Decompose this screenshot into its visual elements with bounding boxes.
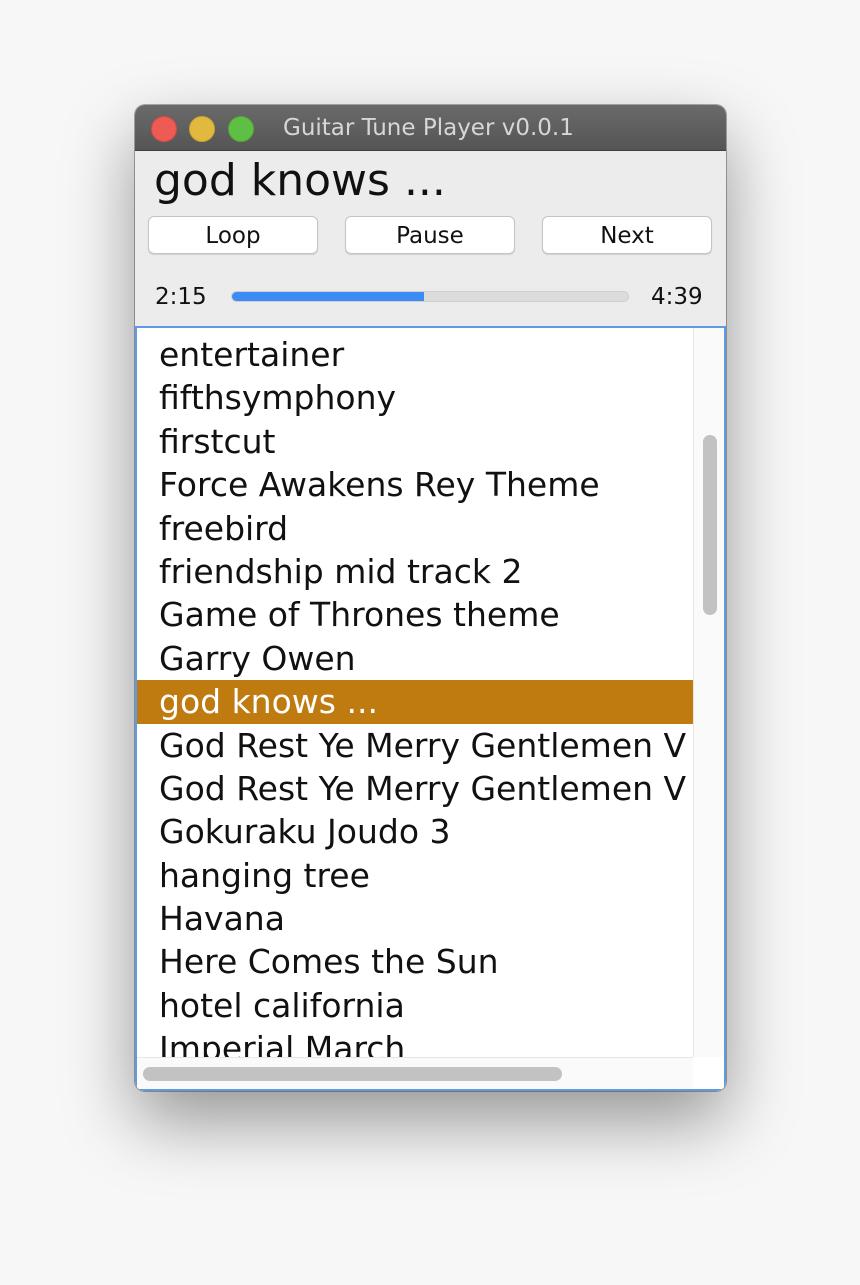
playlist-item[interactable]: Gokuraku Joudo 3: [137, 810, 693, 853]
close-window-button[interactable]: [151, 116, 177, 142]
playlist-item[interactable]: God Rest Ye Merry Gentlemen V: [137, 724, 693, 767]
loop-button[interactable]: Loop: [148, 216, 318, 254]
horizontal-scrollbar[interactable]: [137, 1057, 693, 1089]
zoom-window-button[interactable]: [228, 116, 254, 142]
next-button[interactable]: Next: [542, 216, 712, 254]
vertical-scrollbar[interactable]: [693, 328, 724, 1057]
playlist-item[interactable]: Garry Owen: [137, 637, 693, 680]
playlist-item[interactable]: Force Awakens Rey Theme: [137, 463, 693, 506]
playlist-panel: entertainer fifthsymphony firstcut Force Aw…: [135, 326, 726, 1091]
progress-bar[interactable]: [231, 291, 629, 302]
playlist-item[interactable]: Havana: [137, 897, 693, 940]
scroll-corner: [693, 1057, 724, 1089]
now-playing-title: god knows ...: [154, 155, 446, 206]
total-time: 4:39: [651, 284, 703, 310]
playlist-item[interactable]: firstcut: [137, 420, 693, 463]
minimize-window-button[interactable]: [189, 116, 215, 142]
progress-fill: [232, 292, 424, 301]
window-title: Guitar Tune Player v0.0.1: [283, 115, 574, 141]
playlist-item[interactable]: hanging tree: [137, 854, 693, 897]
playlist-item-selected[interactable]: god knows ...: [137, 680, 693, 724]
title-bar[interactable]: Guitar Tune Player v0.0.1: [135, 105, 726, 151]
elapsed-time: 2:15: [155, 284, 207, 310]
playlist: entertainer fifthsymphony firstcut Force Aw…: [137, 333, 693, 1071]
playlist-item[interactable]: fifthsymphony: [137, 376, 693, 419]
playlist-item[interactable]: Game of Thrones theme: [137, 593, 693, 636]
playlist-item[interactable]: God Rest Ye Merry Gentlemen V: [137, 767, 693, 810]
pause-button[interactable]: Pause: [345, 216, 515, 254]
app-window: Guitar Tune Player v0.0.1 god knows ... …: [135, 105, 726, 1091]
vertical-scroll-thumb[interactable]: [703, 435, 717, 616]
playlist-item[interactable]: Here Comes the Sun: [137, 940, 693, 983]
playlist-item[interactable]: friendship mid track 2: [137, 550, 693, 593]
playlist-item[interactable]: freebird: [137, 507, 693, 550]
playlist-item[interactable]: hotel california: [137, 984, 693, 1027]
playlist-item[interactable]: entertainer: [137, 333, 693, 376]
horizontal-scroll-thumb[interactable]: [143, 1067, 562, 1081]
